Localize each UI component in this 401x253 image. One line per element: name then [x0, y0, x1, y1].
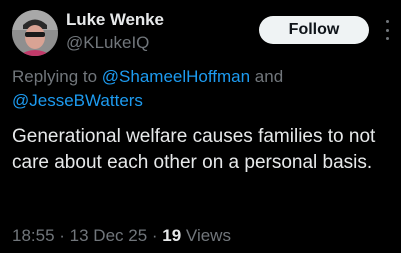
replying-to-connector: and: [250, 67, 284, 86]
replying-to: Replying to @ShameelHoffman and @JesseBWa…: [12, 65, 392, 113]
avatar-image: [12, 10, 58, 56]
tweet-time[interactable]: 18:55: [12, 226, 55, 245]
more-dots-vertical-icon[interactable]: [384, 20, 390, 40]
author-handle[interactable]: @KLukeIQ: [66, 33, 149, 53]
dot-icon: [385, 28, 389, 32]
author-name[interactable]: Luke Wenke: [66, 10, 164, 30]
tweet-meta: 18:55 · 13 Dec 25 · 19 Views: [12, 226, 231, 246]
avatar[interactable]: [12, 10, 58, 56]
tweet-card: Luke Wenke @KLukeIQ Follow Replying to @…: [0, 0, 401, 253]
views-label: Views: [181, 226, 231, 245]
views-count[interactable]: 19: [162, 226, 181, 245]
meta-separator: ·: [54, 226, 70, 245]
follow-button[interactable]: Follow: [259, 16, 369, 44]
tweet-text: Generational welfare causes families to …: [12, 126, 376, 173]
meta-separator: ·: [147, 226, 163, 245]
replying-to-prefix: Replying to: [12, 67, 102, 86]
mention-link[interactable]: @JesseBWatters: [12, 91, 143, 110]
tweet-date[interactable]: 13 Dec 25: [70, 226, 148, 245]
dot-icon: [385, 20, 389, 23]
mention-link[interactable]: @ShameelHoffman: [102, 67, 250, 86]
dot-icon: [385, 37, 389, 40]
